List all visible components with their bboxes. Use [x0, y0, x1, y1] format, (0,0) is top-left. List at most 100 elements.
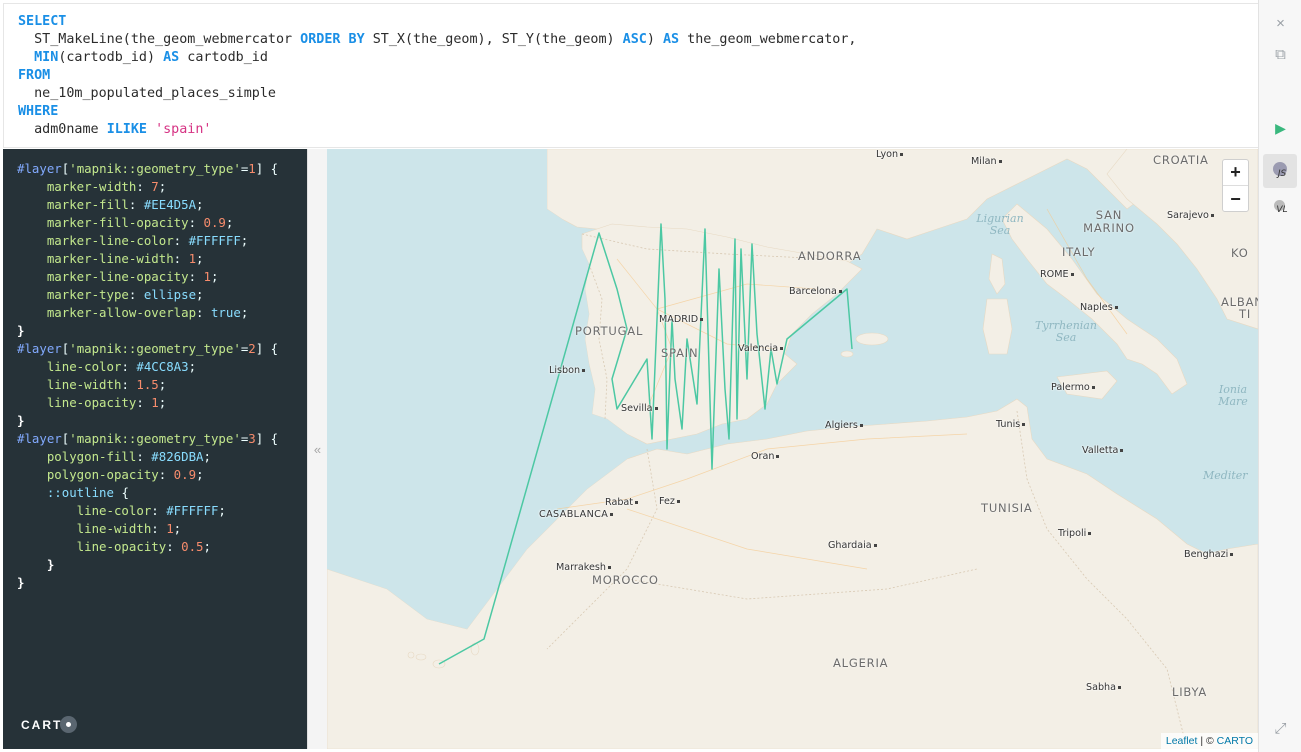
- land-mallorca: [855, 332, 889, 346]
- sql-token: AS: [662, 32, 680, 47]
- right-toolbar: × ⧉ ▶ JS VL ⤢: [1258, 0, 1301, 752]
- cartocss-token: }: [17, 575, 25, 590]
- cartocss-token: line-color: [17, 359, 122, 374]
- cartocss-token: ;: [188, 359, 197, 374]
- country-label: SAN MARINO: [1083, 208, 1135, 235]
- cartocss-line: }: [17, 322, 278, 340]
- sql-code[interactable]: SELECT ST_MakeLine(the_geom_webmercator …: [18, 13, 856, 139]
- cartocss-token: }: [17, 557, 55, 572]
- close-icon[interactable]: ×: [1259, 9, 1301, 37]
- cartocss-line: marker-fill-opacity: 0.9;: [17, 214, 278, 232]
- cartocss-token: marker-line-width: [17, 251, 174, 266]
- country-label: LIBYA: [1172, 685, 1208, 699]
- cartocss-line: marker-width: 7;: [17, 178, 278, 196]
- zoom-control: + −: [1222, 159, 1249, 212]
- map[interactable]: Lyon Milan Barcelona MADRID Valencia Lis…: [327, 149, 1258, 749]
- land-sardinia: [982, 298, 1013, 355]
- cartocss-token: :: [166, 539, 182, 554]
- cartocss-token: :: [128, 197, 144, 212]
- sql-line: ST_MakeLine(the_geom_webmercator ORDER B…: [18, 31, 856, 49]
- city-label: Marrakesh: [556, 562, 611, 573]
- cartocss-line: marker-line-opacity: 1;: [17, 268, 278, 286]
- engine-js-label: JS: [1277, 169, 1287, 179]
- cartocss-token: ;: [196, 287, 204, 302]
- cartocss-token: {: [113, 485, 129, 500]
- sql-line: adm0name ILIKE 'spain': [18, 121, 856, 139]
- cartocss-token: #FFFFFF: [166, 503, 219, 518]
- sql-line: SELECT: [18, 13, 856, 31]
- cartocss-token: ;: [218, 503, 226, 518]
- country-label: MOROCCO: [592, 573, 659, 587]
- land-canary-2: [415, 653, 427, 661]
- copy-icon[interactable]: ⧉: [1259, 40, 1301, 68]
- land-corsica: [988, 253, 1006, 295]
- cartocss-editor[interactable]: #layer['mapnik::geometry_type'=1] { mark…: [3, 149, 307, 749]
- cartocss-line: polygon-opacity: 0.9;: [17, 466, 278, 484]
- cartocss-token: true: [210, 305, 241, 320]
- city-label: Ghardaia: [828, 540, 877, 551]
- city-label: ROME: [1040, 269, 1074, 280]
- engine-js-button[interactable]: JS: [1263, 154, 1297, 188]
- cartocss-token: 1: [166, 521, 174, 536]
- sql-token: AS: [163, 50, 180, 65]
- city-label: Palermo: [1051, 382, 1095, 393]
- collapse-icon[interactable]: «: [314, 442, 321, 457]
- cartocss-token: }: [17, 413, 25, 428]
- cartocss-token: #layer: [17, 161, 62, 176]
- city-label: CASABLANCA: [539, 509, 613, 520]
- sql-editor[interactable]: SELECT ST_MakeLine(the_geom_webmercator …: [3, 3, 1258, 148]
- cartocss-token: :: [151, 521, 167, 536]
- sql-line: MIN(cartodb_id) AS cartodb_id: [18, 49, 856, 67]
- cartocss-token: polygon-fill: [17, 449, 137, 464]
- engine-vl-button[interactable]: VL: [1263, 190, 1297, 224]
- cartocss-token: polygon-opacity: [17, 467, 159, 482]
- city-label: Sevilla: [621, 403, 658, 414]
- cartocss-line: #layer['mapnik::geometry_type'=1] {: [17, 160, 278, 178]
- run-icon[interactable]: ▶: [1259, 114, 1301, 142]
- city-label: Sarajevo: [1167, 210, 1214, 221]
- cartocss-token: :: [173, 251, 189, 266]
- cartocss-token: :: [151, 503, 167, 518]
- cartocss-token: 1: [151, 395, 159, 410]
- panel-splitter[interactable]: «: [307, 149, 327, 749]
- cartocss-token: ;: [196, 251, 204, 266]
- expand-icon[interactable]: ⤢: [1259, 714, 1301, 742]
- cartocss-line: }: [17, 574, 278, 592]
- sea-label: Mediter: [1203, 469, 1248, 482]
- cartocss-token: line-color: [17, 503, 152, 518]
- city-label: MADRID: [659, 314, 703, 325]
- city-label: Oran: [751, 451, 779, 462]
- city-label: Lisbon: [549, 365, 585, 376]
- sql-token: the_geom_webmercator,: [679, 32, 857, 47]
- sql-token: ST_X(the_geom), ST_Y(the_geom): [364, 32, 623, 47]
- cartocss-token: :: [196, 305, 211, 320]
- sql-token: adm0name: [18, 122, 107, 137]
- cartocss-line: #layer['mapnik::geometry_type'=3] {: [17, 430, 278, 448]
- carto-link[interactable]: CARTO: [1217, 735, 1253, 747]
- country-label: ALGERIA: [833, 656, 889, 670]
- city-label: Naples: [1080, 302, 1118, 313]
- sea-label: Tyrrhenian Sea: [1035, 319, 1097, 344]
- carto-logo-text: CART: [21, 717, 63, 732]
- sql-token: SELECT: [18, 14, 67, 29]
- city-label: Tripoli: [1058, 528, 1091, 539]
- city-label: Tunis: [996, 419, 1025, 430]
- cartocss-token: 1: [203, 269, 211, 284]
- land-ibiza: [840, 350, 854, 358]
- country-label: ANDORRA: [798, 249, 862, 263]
- land-canary-4: [407, 651, 415, 659]
- country-label: KO: [1231, 246, 1249, 260]
- leaflet-link[interactable]: Leaflet: [1166, 735, 1198, 747]
- cartocss-line: line-width: 1;: [17, 520, 278, 538]
- zoom-out-button[interactable]: −: [1223, 186, 1248, 212]
- cartocss-token: marker-line-color: [17, 233, 174, 248]
- zoom-in-button[interactable]: +: [1223, 160, 1248, 186]
- sql-token: ASC: [622, 32, 647, 47]
- sql-line: FROM: [18, 67, 856, 85]
- country-label: CROATIA: [1153, 153, 1209, 167]
- cartocss-line: line-opacity: 1;: [17, 394, 278, 412]
- cartocss-token: 1: [248, 161, 256, 176]
- cartocss-token: marker-line-opacity: [17, 269, 189, 284]
- cartocss-code[interactable]: #layer['mapnik::geometry_type'=1] { mark…: [17, 160, 278, 592]
- cartocss-token: line-opacity: [17, 395, 137, 410]
